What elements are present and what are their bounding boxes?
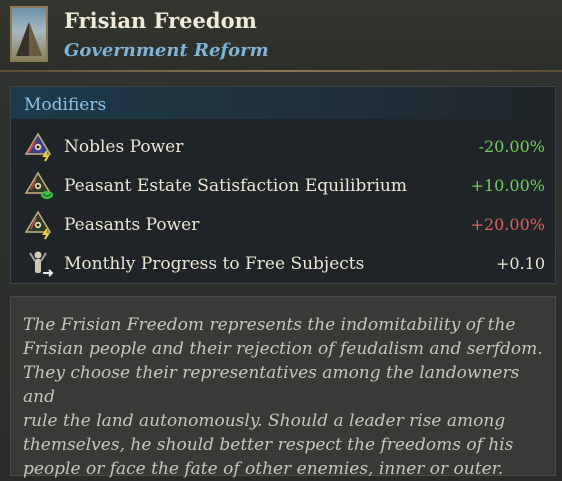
modifiers-section: Modifiers Nobles Power -20.00% Peasant E…: [10, 86, 556, 284]
nobles-power-icon: [25, 132, 52, 162]
free-subjects-icon: [29, 251, 54, 277]
modifier-label: Nobles Power: [64, 137, 184, 157]
peasants-power-icon: [25, 210, 52, 240]
reform-description: The Frisian Freedom represents the indom…: [23, 315, 543, 479]
modifier-row: Monthly Progress to Free Subjects +0.10: [11, 246, 555, 282]
reform-title: Frisian Freedom: [64, 8, 257, 33]
modifier-label: Peasants Power: [64, 215, 200, 235]
modifier-value: +0.10: [495, 254, 545, 273]
modifier-value: -20.00%: [478, 137, 545, 156]
modifier-value: +10.00%: [470, 176, 545, 195]
description-section: The Frisian Freedom represents the indom…: [10, 296, 556, 479]
modifier-row: Peasant Estate Satisfaction Equilibrium …: [11, 168, 555, 204]
pyramid-portrait-icon: [10, 6, 48, 62]
modifier-row: Peasants Power +20.00%: [11, 207, 555, 243]
peasant-satisfaction-icon: [25, 171, 53, 199]
modifier-row: Nobles Power -20.00%: [11, 129, 555, 165]
modifier-label: Peasant Estate Satisfaction Equilibrium: [64, 176, 407, 196]
modifier-value: +20.00%: [470, 215, 545, 234]
header-divider: [0, 70, 562, 72]
modifiers-heading: Modifiers: [24, 95, 107, 115]
reform-type: Government Reform: [64, 40, 269, 61]
tooltip-header: Frisian Freedom Government Reform: [0, 0, 562, 72]
modifier-label: Monthly Progress to Free Subjects: [64, 254, 365, 274]
modifiers-heading-bar: Modifiers: [11, 87, 555, 119]
tooltip-panel: Frisian Freedom Government Reform Modifi…: [0, 0, 562, 481]
